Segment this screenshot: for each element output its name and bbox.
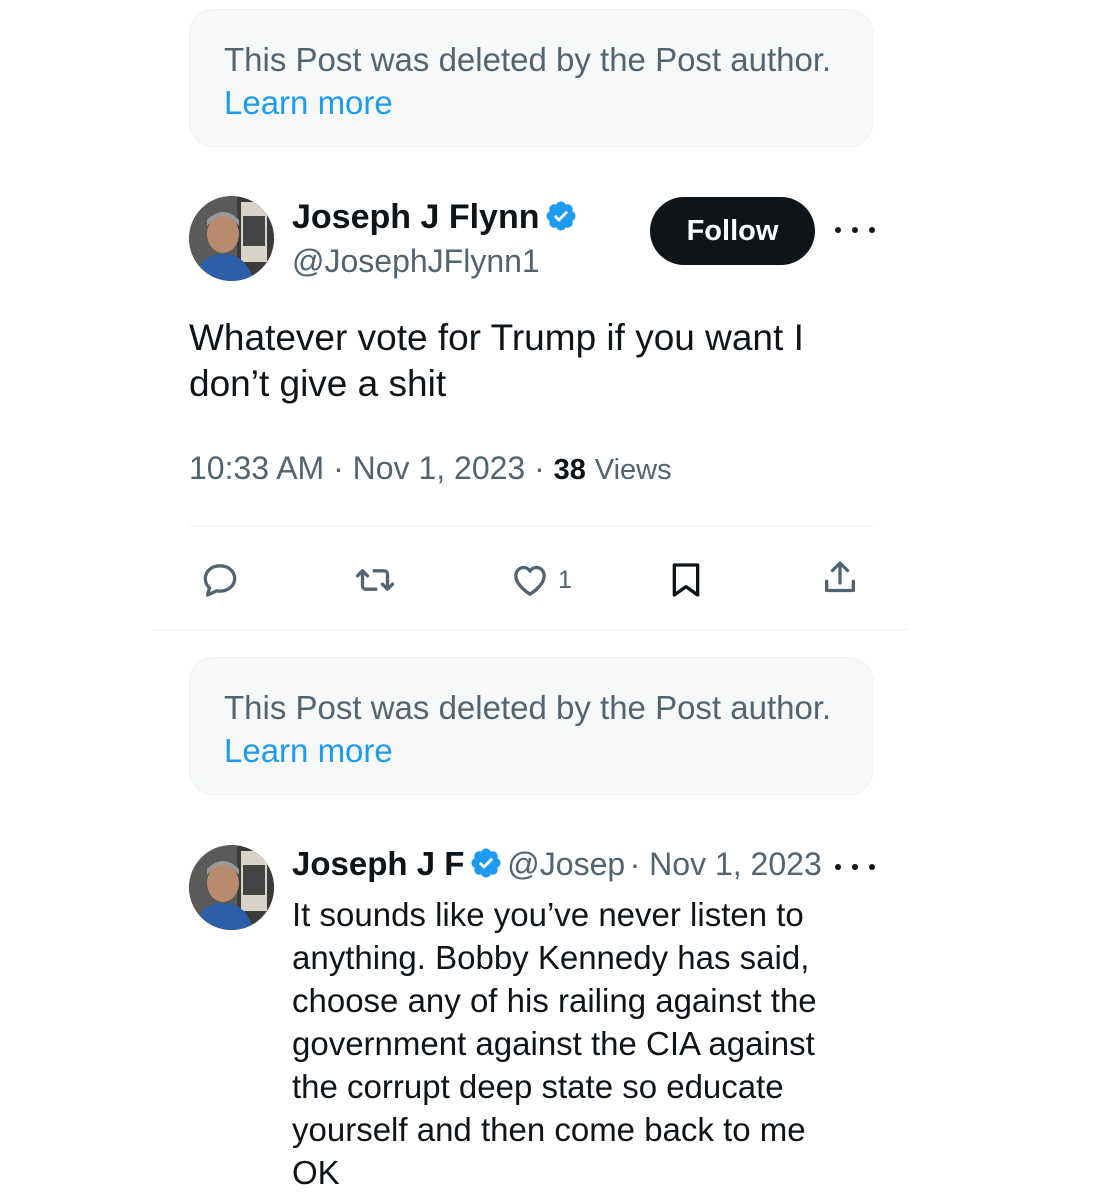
post-time[interactable]: 10:33 AM bbox=[189, 450, 324, 486]
post-text: Whatever vote for Trump if you want I do… bbox=[189, 317, 804, 404]
bookmark-icon bbox=[672, 563, 700, 597]
reply-icon bbox=[203, 564, 237, 597]
deleted-notice-text: This Post was deleted by the Post author… bbox=[224, 41, 832, 78]
author-name[interactable]: Joseph J Flynn bbox=[292, 198, 540, 236]
views-count: 38 bbox=[553, 454, 586, 486]
reply-text: It sounds like you’ve never listen to an… bbox=[292, 896, 817, 1191]
author-handle[interactable]: @JosephJFlynn1 bbox=[292, 243, 578, 280]
repost-button[interactable] bbox=[355, 560, 395, 600]
deleted-post-notice: This Post was deleted by the Post author… bbox=[189, 657, 873, 795]
like-button[interactable]: 1 bbox=[510, 560, 572, 600]
section-divider bbox=[154, 629, 908, 630]
verified-badge-icon bbox=[546, 201, 576, 231]
reply-header: Joseph J F @Josep · Nov 1, 2023 bbox=[292, 845, 822, 882]
share-button[interactable] bbox=[820, 558, 860, 598]
avatar-image bbox=[189, 845, 274, 930]
reply-date[interactable]: Nov 1, 2023 bbox=[649, 846, 822, 882]
repost-icon bbox=[355, 569, 395, 591]
avatar-image bbox=[189, 196, 274, 281]
avatar[interactable] bbox=[189, 845, 274, 930]
learn-more-link[interactable]: Learn more bbox=[224, 732, 393, 769]
post-date[interactable]: Nov 1, 2023 bbox=[353, 450, 526, 486]
verified-badge-icon bbox=[471, 848, 501, 878]
views-label: Views bbox=[594, 454, 672, 486]
follow-button[interactable]: Follow bbox=[650, 197, 815, 265]
deleted-notice-text: This Post was deleted by the Post author… bbox=[224, 689, 832, 726]
author-block: Joseph J Flynn @JosephJFlynn1 bbox=[292, 198, 578, 280]
bookmark-button[interactable] bbox=[666, 560, 706, 600]
reply-button[interactable] bbox=[200, 560, 240, 600]
reply-author-handle[interactable]: @Josep bbox=[507, 846, 625, 882]
post-meta: 10:33 AM · Nov 1, 2023 · 38 Views bbox=[189, 450, 672, 486]
avatar[interactable] bbox=[189, 196, 274, 281]
share-icon bbox=[825, 561, 855, 593]
more-icon[interactable] bbox=[835, 857, 875, 877]
divider bbox=[189, 525, 873, 526]
deleted-post-notice: This Post was deleted by the Post author… bbox=[189, 9, 873, 147]
like-icon bbox=[514, 565, 546, 596]
like-count: 1 bbox=[558, 565, 572, 594]
learn-more-link[interactable]: Learn more bbox=[224, 84, 393, 121]
reply-author-name[interactable]: Joseph J F bbox=[292, 845, 464, 882]
more-icon[interactable] bbox=[835, 220, 875, 240]
